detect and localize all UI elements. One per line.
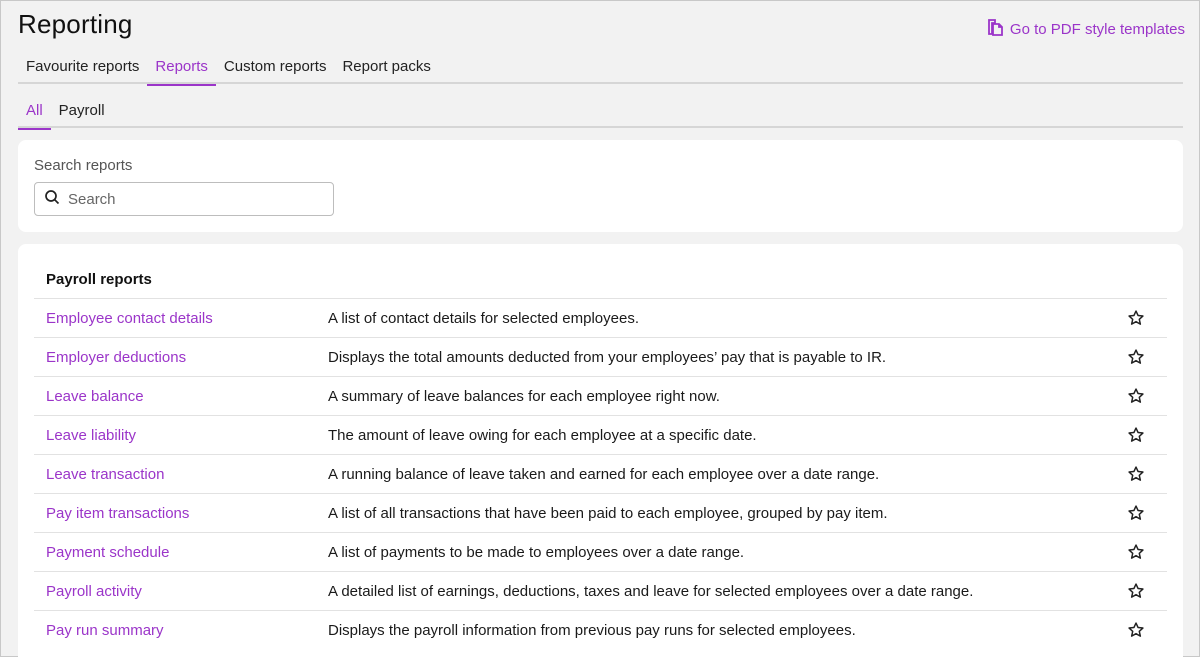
section-title: Payroll reports: [46, 271, 152, 288]
page-title: Reporting: [18, 9, 133, 39]
tab-all[interactable]: All: [18, 97, 51, 130]
tab-payroll[interactable]: Payroll: [51, 97, 113, 128]
favourite-star-icon[interactable]: [1127, 426, 1145, 444]
report-name-link[interactable]: Leave balance: [46, 388, 144, 405]
document-copy-icon: [986, 17, 1006, 41]
tab-reports[interactable]: Reports: [147, 53, 216, 86]
secondary-tabs: All Payroll: [18, 97, 1183, 130]
report-description: A running balance of leave taken and ear…: [328, 465, 880, 483]
pdf-link-label: Go to PDF style templates: [1009, 20, 1185, 38]
report-name-link[interactable]: Payment schedule: [46, 544, 169, 561]
tab-custom-reports[interactable]: Custom reports: [216, 53, 335, 84]
report-list: Employee contact details A list of contac…: [34, 298, 1167, 649]
report-description: Displays the payroll information from pr…: [328, 621, 856, 639]
pdf-style-templates-link[interactable]: Go to PDF style templates: [986, 17, 1185, 41]
report-name-link[interactable]: Employer deductions: [46, 349, 186, 366]
report-description: A list of all transactions that have bee…: [328, 504, 888, 522]
search-box[interactable]: [34, 182, 334, 216]
table-row: Employer deductions Displays the total am…: [34, 337, 1167, 376]
table-row: Leave transaction A running balance of le…: [34, 454, 1167, 493]
report-description: The amount of leave owing for each emplo…: [328, 426, 757, 444]
report-description: A list of contact details for selected e…: [328, 309, 639, 327]
primary-tabs: Favourite reports Reports Custom reports…: [18, 53, 1183, 86]
report-description: A summary of leave balances for each emp…: [328, 387, 720, 405]
report-name-link[interactable]: Employee contact details: [46, 310, 213, 327]
search-card: Search reports: [18, 140, 1183, 232]
table-row: Leave balance A summary of leave balances…: [34, 376, 1167, 415]
table-row: Pay run summary Displays the payroll info…: [34, 610, 1167, 649]
favourite-star-icon[interactable]: [1127, 348, 1145, 366]
report-name-link[interactable]: Leave transaction: [46, 466, 164, 483]
tab-report-packs[interactable]: Report packs: [334, 53, 438, 84]
reports-card: Payroll reports Employee contact details…: [18, 244, 1183, 657]
table-row: Pay item transactions A list of all trans…: [34, 493, 1167, 532]
search-label: Search reports: [34, 157, 133, 174]
favourite-star-icon[interactable]: [1127, 621, 1145, 639]
table-row: Payment schedule A list of payments to be…: [34, 532, 1167, 571]
favourite-star-icon[interactable]: [1127, 504, 1145, 522]
report-name-link[interactable]: Payroll activity: [46, 583, 142, 600]
table-row: Employee contact details A list of contac…: [34, 298, 1167, 337]
search-input[interactable]: [68, 190, 318, 208]
report-name-link[interactable]: Leave liability: [46, 427, 136, 444]
favourite-star-icon[interactable]: [1127, 387, 1145, 405]
tab-favourite-reports[interactable]: Favourite reports: [18, 53, 147, 84]
favourite-star-icon[interactable]: [1127, 465, 1145, 483]
report-description: A detailed list of earnings, deductions,…: [328, 582, 974, 600]
report-name-link[interactable]: Pay item transactions: [46, 505, 189, 522]
table-row: Leave liability The amount of leave owing…: [34, 415, 1167, 454]
report-description: A list of payments to be made to employe…: [328, 543, 745, 561]
report-name-link[interactable]: Pay run summary: [46, 622, 164, 639]
favourite-star-icon[interactable]: [1127, 582, 1145, 600]
favourite-star-icon[interactable]: [1127, 309, 1145, 327]
search-icon: [44, 189, 60, 210]
favourite-star-icon[interactable]: [1127, 543, 1145, 561]
report-description: Displays the total amounts deducted from…: [328, 348, 887, 366]
table-row: Payroll activity A detailed list of earni…: [34, 571, 1167, 610]
